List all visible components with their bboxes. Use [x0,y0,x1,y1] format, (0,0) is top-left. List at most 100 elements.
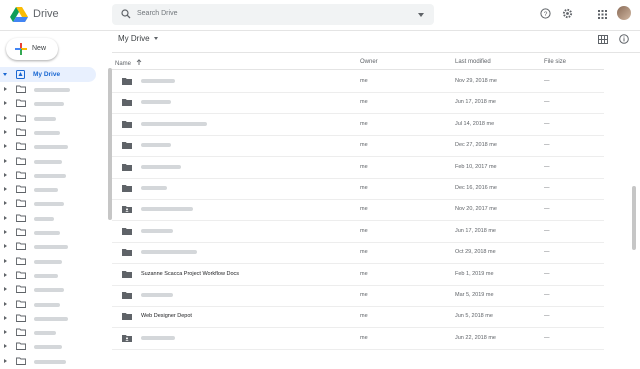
file-row[interactable]: me Jun 22, 2018 me — [112,327,604,350]
file-row[interactable]: me Nov 29, 2018 me — [112,70,604,93]
expand-arrow-icon[interactable] [4,301,7,306]
file-size: — [544,206,550,213]
file-row[interactable]: me Mar 5, 2019 me — [112,284,604,307]
sidebar-folder-item[interactable] [0,196,96,211]
expand-arrow-icon[interactable] [4,315,7,320]
sidebar-folder-item[interactable] [0,225,96,240]
file-name-redacted [141,164,181,169]
search-options-icon[interactable] [418,13,424,17]
file-row[interactable]: me Jul 14, 2018 me — [112,113,604,136]
folder-icon [122,142,132,150]
sidebar-folder-item[interactable] [0,311,96,326]
expand-arrow-icon[interactable] [4,330,7,335]
file-owner: me [360,120,368,127]
expand-arrow-icon[interactable] [4,358,7,363]
grid-view-icon[interactable] [598,35,608,44]
file-name-redacted [141,250,197,255]
folder-icon [16,99,26,108]
info-icon[interactable] [619,34,629,44]
collapse-arrow-icon[interactable] [3,73,7,76]
expand-arrow-icon[interactable] [4,258,7,263]
expand-arrow-icon[interactable] [4,144,7,149]
sidebar-folder-item[interactable] [0,182,96,197]
app-title[interactable]: Drive [33,8,59,20]
file-row[interactable]: me Feb 10, 2017 me — [112,156,604,179]
file-modified: Feb 1, 2019 me [455,270,494,277]
file-row[interactable]: Web Designer Depot me Jun 5, 2018 me — [112,305,604,329]
expand-arrow-icon[interactable] [4,101,7,106]
sidebar-item-label [34,231,60,235]
sidebar-folder-item[interactable] [0,325,96,340]
sort-arrow-icon[interactable] [136,59,142,65]
folder-icon [16,228,26,236]
file-row[interactable]: me Oct 29, 2018 me — [112,241,604,265]
file-row[interactable]: me Dec 27, 2018 me — [112,134,604,158]
column-header-name[interactable]: Name [115,59,142,67]
sidebar-folder-item[interactable] [0,268,96,283]
file-row[interactable]: me Dec 16, 2016 me — [112,177,604,200]
drive-logo-icon[interactable] [10,7,28,23]
sidebar-folder-item[interactable] [0,111,96,126]
expand-arrow-icon[interactable] [4,172,7,177]
folder-icon [122,270,132,278]
search-input[interactable]: Search Drive [137,10,177,17]
column-header-size[interactable]: File size [544,59,566,65]
folder-icon [16,285,26,294]
file-modified: Mar 5, 2019 me [455,292,494,298]
new-button[interactable]: New [6,38,58,60]
sidebar-item-label [34,288,64,293]
expand-arrow-icon[interactable] [4,215,7,220]
column-header-owner[interactable]: Owner [360,59,378,65]
sidebar-folder-item[interactable] [0,211,96,226]
help-icon[interactable]: ? [540,8,551,19]
file-size: — [544,313,550,320]
file-name[interactable]: Web Designer Depot [141,313,192,319]
file-size: — [544,163,550,170]
sidebar-folder-item[interactable] [0,354,96,369]
search-bar[interactable]: Search Drive [112,4,434,25]
expand-arrow-icon[interactable] [4,344,7,349]
breadcrumb[interactable]: My Drive [118,34,158,43]
expand-arrow-icon[interactable] [4,287,7,292]
apps-grid-icon[interactable] [598,10,607,19]
expand-arrow-icon[interactable] [4,201,7,206]
file-name-redacted [141,335,175,340]
sidebar-folder-item[interactable] [0,339,96,354]
sidebar-folder-item[interactable] [0,154,96,169]
sidebar-folder-item[interactable] [0,297,96,312]
gear-icon[interactable] [562,8,573,19]
sidebar-folder-item[interactable] [0,282,96,297]
expand-arrow-icon[interactable] [4,115,7,120]
sidebar-folder-item[interactable] [0,254,96,269]
file-row[interactable]: Suzanne Scacca Project Workflow Docs me Fe… [112,263,604,286]
file-modified: Dec 27, 2018 me [455,142,497,149]
column-header-modified[interactable]: Last modified [455,59,491,65]
file-name[interactable]: Suzanne Scacca Project Workflow Docs [141,271,239,277]
file-row[interactable]: me Nov 20, 2017 me — [112,198,604,222]
folder-icon [16,185,26,194]
expand-arrow-icon[interactable] [4,230,7,234]
sidebar-item-label [34,216,54,221]
avatar[interactable] [617,6,631,20]
file-modified: Nov 29, 2018 me [455,78,497,84]
file-row[interactable]: me Jun 17, 2018 me — [112,220,604,243]
sidebar-folder-item[interactable] [0,96,96,111]
expand-arrow-icon[interactable] [4,244,7,249]
file-size: — [544,185,550,191]
expand-arrow-icon[interactable] [4,158,7,163]
expand-arrow-icon[interactable] [4,87,7,91]
expand-arrow-icon[interactable] [4,272,7,277]
sidebar-folder-item[interactable] [0,168,96,183]
expand-arrow-icon[interactable] [4,187,7,192]
sidebar-folder-item[interactable] [0,239,96,254]
search-icon[interactable] [121,9,131,19]
sidebar-folder-item[interactable] [0,139,96,154]
main-scrollbar[interactable] [632,186,636,250]
sidebar-folder-item[interactable] [0,125,96,140]
expand-arrow-icon[interactable] [4,129,7,134]
sidebar-item-my-drive[interactable]: My Drive [0,67,96,82]
svg-text:?: ? [544,11,548,18]
sidebar-folder-item[interactable] [0,82,96,97]
breadcrumb-label: My Drive [118,34,150,43]
file-row[interactable]: me Jun 17, 2018 me — [112,91,604,115]
